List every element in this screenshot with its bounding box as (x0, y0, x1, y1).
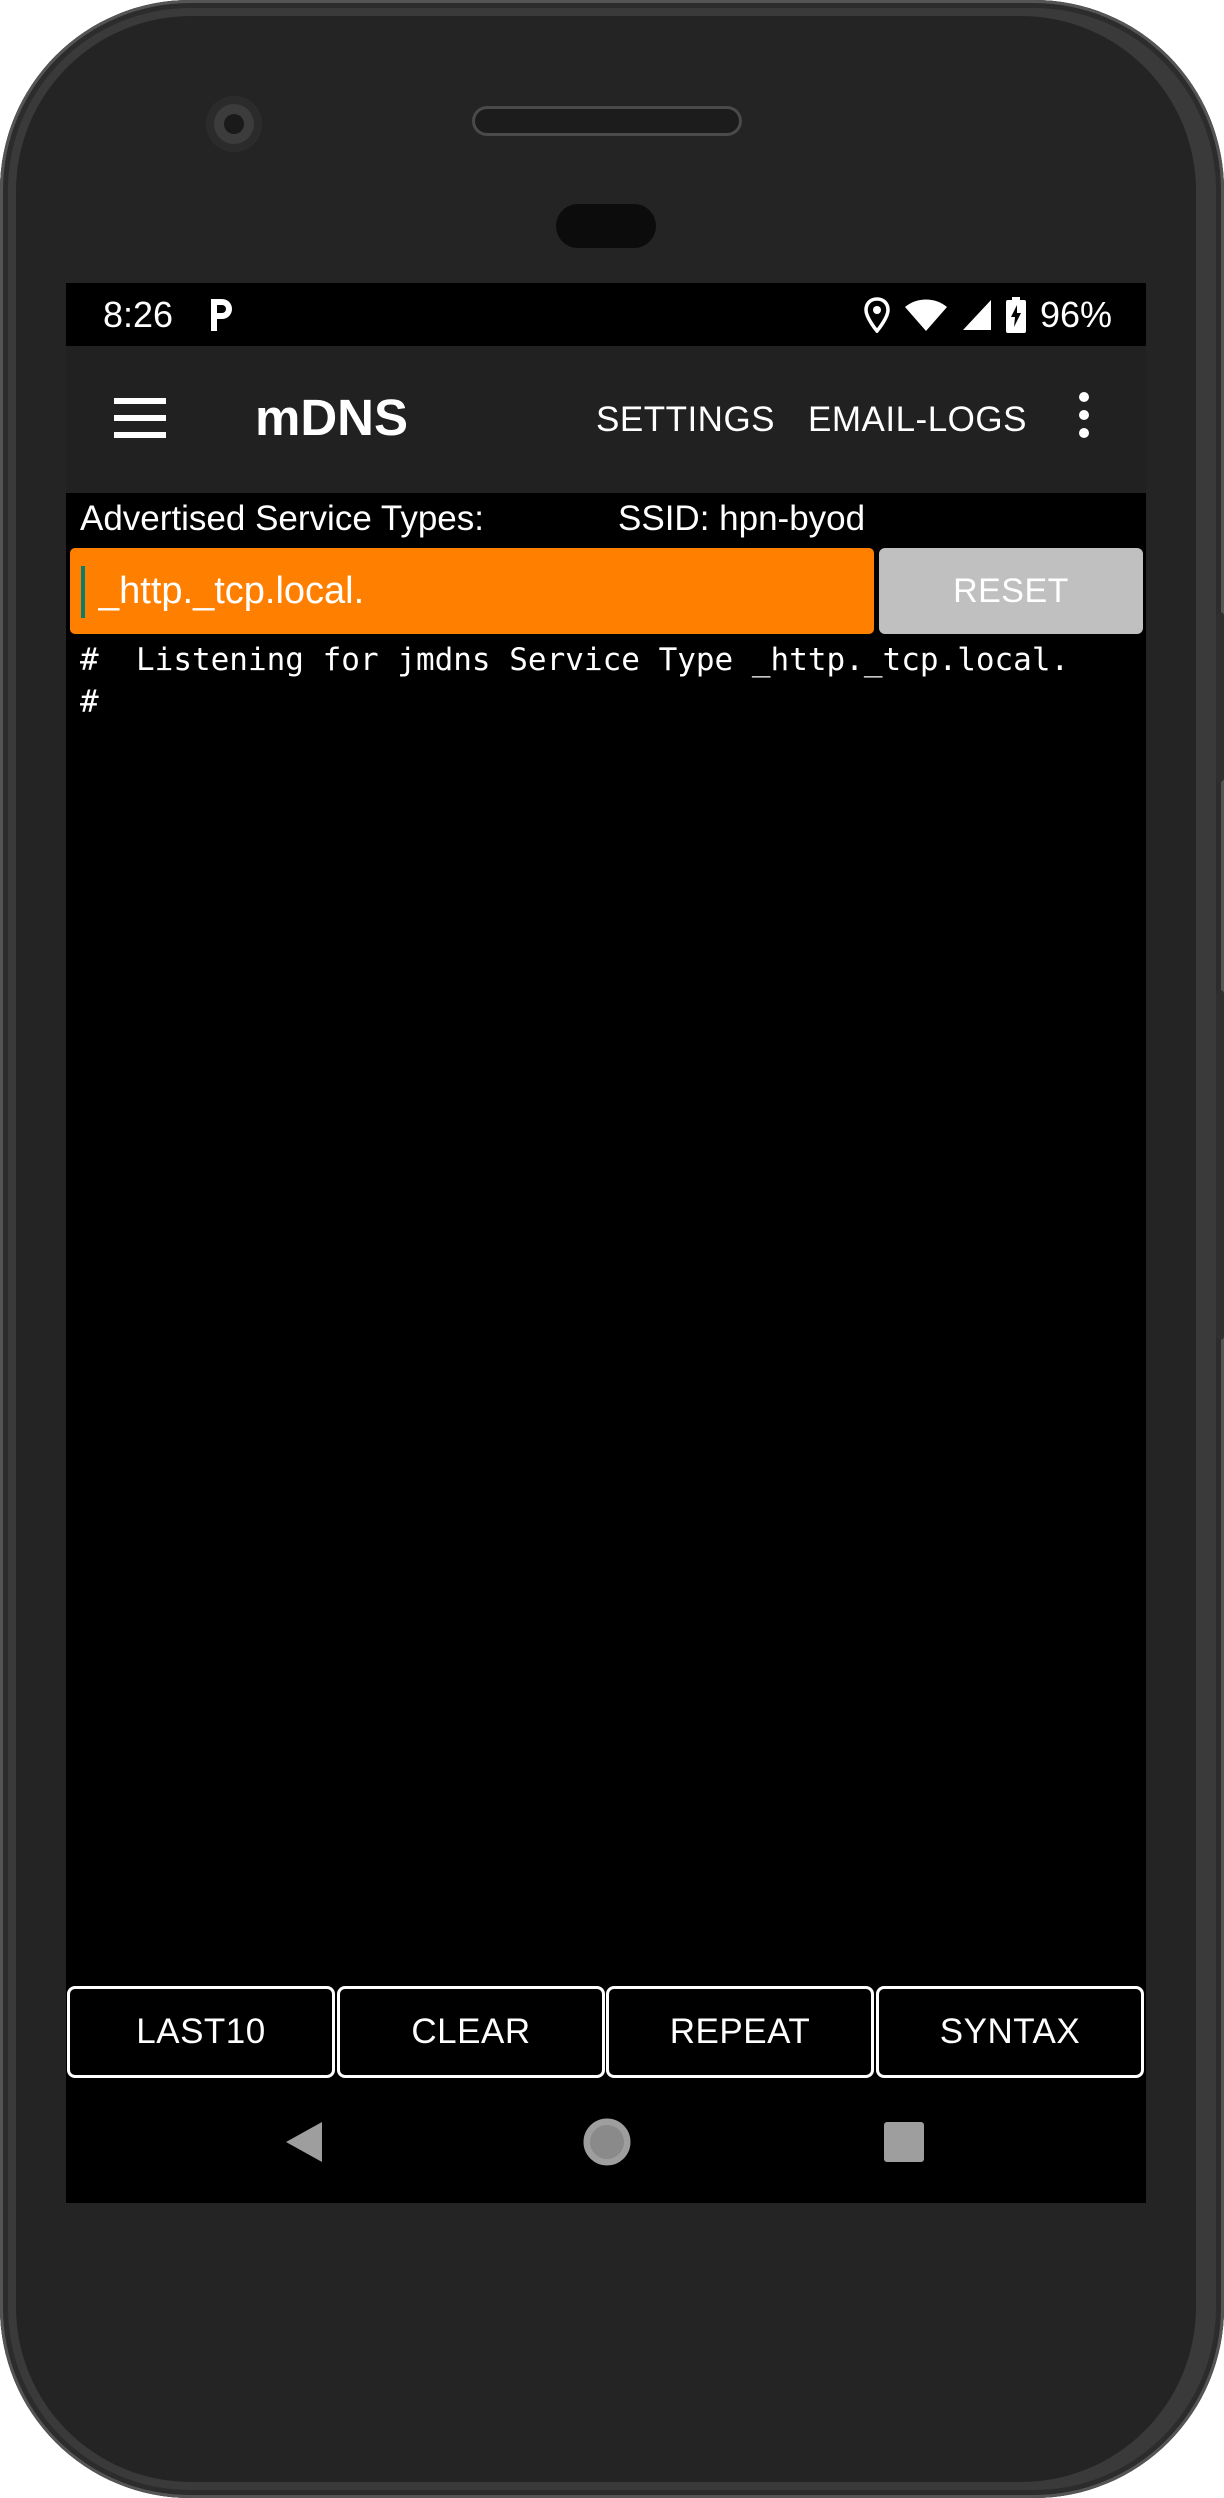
status-time: 8:26 (103, 294, 174, 335)
home-icon[interactable] (583, 2118, 631, 2166)
status-bar: 8:26 96% (66, 283, 1146, 346)
hamburger-menu-icon[interactable] (114, 398, 166, 438)
earpiece-speaker (472, 106, 742, 136)
app-title: mDNS (255, 389, 409, 446)
location-icon (864, 297, 890, 333)
app-toolbar: mDNS SETTINGS EMAIL-LOGS (66, 346, 1146, 493)
bottom-button-bar: LAST10 CLEAR REPEAT SYNTAX (66, 1986, 1146, 2078)
screen: 8:26 96% mDNS SETTINGS EMAIL-LOGS Advert… (66, 283, 1146, 2203)
log-line: # (80, 684, 99, 720)
last10-button[interactable]: LAST10 (67, 1986, 335, 2078)
more-vert-icon[interactable] (1074, 392, 1094, 446)
ssid-label: SSID: hpn-byod (618, 499, 866, 538)
clear-button[interactable]: CLEAR (337, 1986, 605, 2078)
battery-charging-icon (1005, 297, 1026, 333)
syntax-button[interactable]: SYNTAX (876, 1986, 1144, 2078)
service-type-input[interactable] (70, 548, 874, 634)
reset-button[interactable]: RESET (879, 548, 1143, 634)
repeat-button[interactable]: REPEAT (606, 1986, 874, 2078)
front-camera (206, 96, 262, 152)
volume-button (1216, 990, 1224, 1340)
text-cursor (81, 566, 85, 618)
log-output: # Listening for jmdns Service Type _http… (80, 639, 1140, 723)
settings-action[interactable]: SETTINGS (596, 398, 775, 442)
service-type-field[interactable] (70, 548, 874, 634)
wifi-icon (904, 299, 947, 331)
email-logs-action[interactable]: EMAIL-LOGS (808, 398, 1027, 442)
p-icon (211, 299, 232, 331)
phone-frame: 8:26 96% mDNS SETTINGS EMAIL-LOGS Advert… (0, 0, 1224, 2498)
power-button (1216, 612, 1224, 782)
back-icon[interactable] (284, 2120, 324, 2164)
advertised-service-types-label: Advertised Service Types: (80, 499, 484, 538)
recents-icon[interactable] (884, 2122, 924, 2162)
cell-signal-icon (962, 300, 991, 330)
info-row: Advertised Service Types: SSID: hpn-byod (66, 493, 1146, 545)
battery-percent: 96% (1039, 294, 1112, 335)
log-line: # Listening for jmdns Service Type _http… (80, 642, 1070, 678)
proximity-sensor (556, 204, 656, 248)
navigation-bar (66, 2078, 1146, 2203)
status-icons: 96% (864, 293, 1112, 337)
